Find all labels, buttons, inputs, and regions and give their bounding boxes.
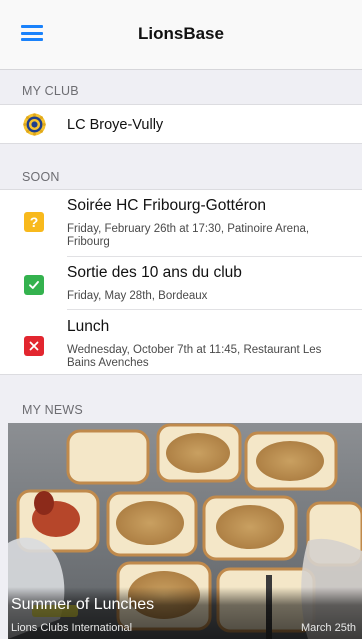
event-title: Sortie des 10 ans du club [67,264,242,281]
app-screen: LionsBase MY CLUB LC Broye-Vully SOON ? … [0,0,362,639]
checkmark-icon [24,275,44,295]
lions-club-logo-icon [23,113,46,136]
section-header-my-news: MY NEWS [22,403,83,417]
section-header-soon: SOON [22,170,60,184]
event-item[interactable]: ? Soirée HC Fribourg-Gottéron Friday, Fe… [0,190,362,256]
news-title: Summer of Lunches [11,596,155,613]
section-header-my-club: MY CLUB [22,84,79,98]
event-details: Wednesday, October 7th at 11:45, Restaur… [67,344,322,369]
club-name: LC Broye-Vully [67,117,164,133]
event-item[interactable]: Sortie des 10 ans du club Friday, May 28… [0,257,362,309]
event-details: Friday, February 26th at 17:30, Patinoir… [67,223,310,248]
page-title: LionsBase [138,24,224,43]
event-title: Lunch [67,318,110,335]
svg-text:?: ? [30,215,39,229]
event-details: Friday, May 28th, Bordeaux [67,290,208,302]
news-source: Lions Clubs International [11,622,133,634]
question-mark-icon: ? [24,212,44,232]
navigation-bar: LionsBase [0,0,362,70]
news-card[interactable]: Summer of Lunches Lions Clubs Internatio… [8,423,362,639]
event-title: Soirée HC Fribourg-Gottéron [67,197,266,214]
events-list: ? Soirée HC Fribourg-Gottéron Friday, Fe… [0,189,362,375]
cross-icon [24,336,44,356]
event-item[interactable]: Lunch Wednesday, October 7th at 11:45, R… [0,310,362,376]
news-date: March 25th [300,622,356,634]
club-row[interactable]: LC Broye-Vully [0,104,362,144]
